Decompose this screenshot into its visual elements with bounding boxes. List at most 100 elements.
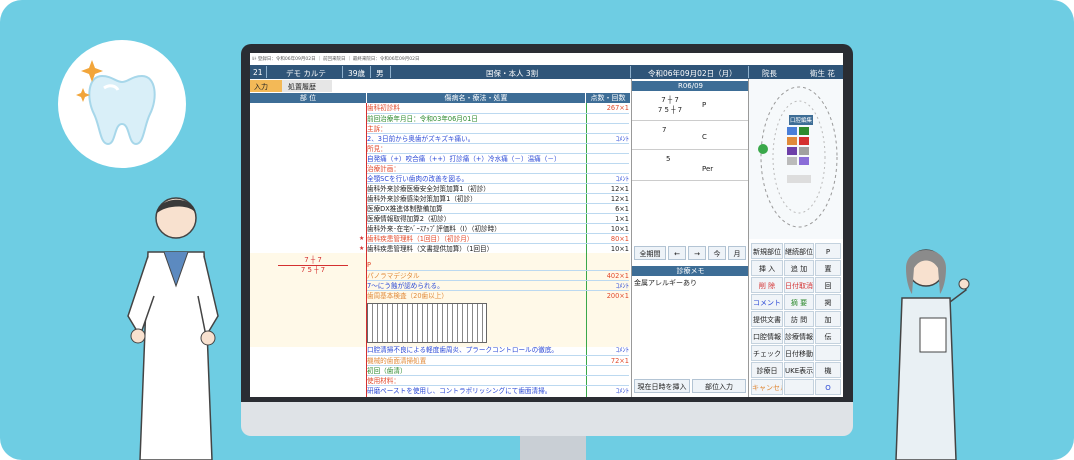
record-line[interactable]: 機械的歯面清掃処置 72×1 [367, 355, 629, 365]
action-button[interactable]: 摘 要 [784, 294, 814, 310]
action-button[interactable]: O [815, 379, 841, 395]
record-text: 歯科疾患管理料（文書提供加算）（1回目） [367, 245, 494, 253]
action-button[interactable]: 新規部位 [751, 243, 783, 259]
action-button[interactable]: 提供文書 [751, 311, 783, 327]
action-button[interactable]: キャンセル [751, 379, 783, 395]
action-button[interactable]: 置 [815, 260, 841, 276]
record-points: 200×1 [606, 292, 629, 300]
patient-name: デモ カルテ [286, 69, 326, 78]
part-input-button[interactable]: 部位入力 [692, 379, 746, 393]
record-line[interactable]: 自発痛（+）咬合痛（++）打診痛（+）冷水痛（－）温痛（－） [367, 153, 629, 163]
record-line[interactable]: 歯科外来･在宅ﾍﾞｰｽｱｯﾌﾟ評価料（Ⅰ）（初診時） 10×1 [367, 223, 629, 233]
action-button[interactable]: P [815, 243, 841, 259]
action-button[interactable]: 訪 問 [784, 311, 814, 327]
record-line[interactable]: 治療計画： [367, 163, 629, 173]
history-row-3[interactable]: 5 Per [632, 151, 749, 181]
action-button[interactable]: 削 除 [751, 277, 783, 293]
visit-date[interactable]: 令和06年09月02日（月） [648, 68, 737, 79]
record-line[interactable]: P [367, 260, 629, 270]
nav-next[interactable]: → [688, 246, 706, 260]
column-disease: 傷病名・療法・処置 [367, 93, 585, 103]
record-text: 歯周基本検査（20歯以上） [367, 292, 448, 300]
record-line[interactable]: 研磨ペーストを使用し、コントラポリッシングにて歯面清掃。 ｺﾒﾝﾄ [367, 385, 629, 395]
record-line[interactable]: 前回治療年月日：令和03年06月01日 [367, 113, 629, 123]
record-points: 10×1 [610, 245, 629, 253]
monitor-chin [241, 402, 853, 436]
tab-input[interactable]: 入力 [250, 80, 282, 92]
action-button[interactable]: UKE表示 [784, 362, 814, 378]
hygienist-name[interactable]: 衛生 花 [810, 68, 835, 79]
periodontal-grid [367, 303, 487, 343]
record-line[interactable]: 歯科疾患管理料（1回目）（初診月） 80×1 ★ [359, 233, 629, 243]
record-line[interactable]: 医療DX推進体制整備加算 6×1 [367, 203, 629, 213]
column-points: 点数・回数 [586, 93, 630, 103]
record-line[interactable]: 全顎SCを行い歯肉の改善を図る。 ｺﾒﾝﾄ [367, 173, 629, 183]
record-line[interactable]: 歯科初診料 267×1 [367, 103, 629, 113]
illustration-background: ﾙﾄ 登録日：令和06年09月02日 ｜ 前回来院日 ｜ 最終来院日：令和06年… [0, 0, 1074, 460]
record-line[interactable]: パノラマデジタル 402×1 [367, 270, 629, 280]
history-row-2[interactable]: 7 C [632, 122, 749, 150]
monitor-stand [520, 436, 586, 460]
record-line[interactable]: 医療情報取得加算2（初診） 1×1 [367, 213, 629, 223]
patient-age: 39歳 [348, 69, 366, 78]
action-button[interactable]: 診療情報 [784, 328, 814, 344]
dental-chart-graphic [758, 86, 838, 228]
history-panel: R06/09 7 ┼ 7 7 5 ┼ 7 P 7 C 5 Per 全期間 ← →… [631, 79, 749, 397]
record-line[interactable]: 所見： [367, 143, 629, 153]
record-line[interactable]: 歯科外来診療感染対策加算1（初診） 12×1 [367, 193, 629, 203]
record-line[interactable]: 歯科疾患管理料（文書提供加算）（1回目） 10×1 ★ [359, 243, 629, 253]
tooth-upper: 7 ┼ 7 [304, 256, 322, 264]
assistant-illustration [880, 238, 970, 460]
action-button[interactable]: コメント [751, 294, 783, 310]
action-button[interactable]: 掲 [815, 294, 841, 310]
action-button[interactable]: 口腔情報 [751, 328, 783, 344]
nav-month[interactable]: 月 [728, 246, 746, 260]
record-line[interactable]: 初回（歯清） [367, 365, 629, 375]
record-points: ｺﾒﾝﾄ [615, 346, 629, 354]
doctor-illustration [120, 186, 230, 460]
patient-number: 21 [253, 68, 263, 77]
memo-text[interactable]: 金属アレルギーあり [634, 278, 697, 288]
action-button[interactable]: 機 [815, 362, 841, 378]
nav-all-periods[interactable]: 全期間 [634, 246, 666, 260]
record-line[interactable]: 2、3日前から奥歯がズキズキ痛い。 ｺﾒﾝﾄ [367, 133, 629, 143]
action-button[interactable]: 継続部位 [784, 243, 814, 259]
action-button[interactable]: 伝 [815, 328, 841, 344]
action-button[interactable]: 診療日 [751, 362, 783, 378]
dental-chart[interactable]: 口腔編集 [749, 79, 843, 239]
record-line[interactable]: 使用材料： [367, 375, 629, 385]
action-button[interactable]: 日付取消 [784, 277, 814, 293]
dental-record-screen: ﾙﾄ 登録日：令和06年09月02日 ｜ 前回来院日 ｜ 最終来院日：令和06年… [250, 53, 843, 397]
status-row: ﾙﾄ 登録日：令和06年09月02日 ｜ 前回来院日 ｜ 最終来院日：令和06年… [250, 53, 843, 65]
record-line[interactable]: 主訴： [367, 123, 629, 133]
column-part: 部 位 [250, 93, 366, 103]
period-header: R06/09 [632, 81, 749, 91]
action-button[interactable]: 回 [815, 277, 841, 293]
record-line[interactable]: 7～にう蝕が認められる。 ｺﾒﾝﾄ [367, 280, 629, 290]
action-button[interactable] [784, 379, 814, 395]
star-icon: ★ [359, 235, 365, 242]
nav-today[interactable]: 今 [708, 246, 726, 260]
action-button[interactable]: 挿 入 [751, 260, 783, 276]
record-line[interactable]: 歯科外来診療医療安全対策加算1（初診） 12×1 [367, 183, 629, 193]
chart-edit-label[interactable]: 口腔編集 [790, 116, 812, 124]
record-points: ｺﾒﾝﾄ [615, 387, 629, 395]
tooth-notation: 7 ┼ 7 7 5 ┼ 7 [258, 256, 368, 280]
insert-datetime-button[interactable]: 現在日時を挿入 [634, 379, 690, 393]
record-line[interactable]: 歯周基本検査（20歯以上） 200×1 [367, 290, 629, 300]
action-button[interactable]: 追 加 [784, 260, 814, 276]
tab-history[interactable]: 処置履歴 [282, 80, 332, 92]
history-row-1[interactable]: 7 ┼ 7 7 5 ┼ 7 P [632, 93, 749, 121]
doctor-name[interactable]: 院長 [762, 68, 777, 79]
record-line[interactable]: 口腔清掃不良による軽度歯周炎、プラークコントロールの徹底。 ｺﾒﾝﾄ [367, 345, 629, 355]
memo-header: 診療メモ [632, 266, 749, 276]
action-button[interactable]: 日付移動 [784, 345, 814, 361]
insurance-type: 国保・本人 3割 [486, 69, 539, 78]
action-button[interactable]: チェック [751, 345, 783, 361]
nav-prev[interactable]: ← [668, 246, 686, 260]
action-panel: 口腔編集 新規部位 継続部位 P 挿 入追 加置削 除日付取消回コメント摘 要掲提供文… [748, 79, 843, 397]
action-button[interactable]: 加 [815, 311, 841, 327]
action-button[interactable] [815, 345, 841, 361]
record-text: 口腔清掃不良による軽度歯周炎、プラークコントロールの徹底。 [367, 346, 559, 354]
tooth-lower: 7 5 ┼ 7 [300, 266, 326, 274]
